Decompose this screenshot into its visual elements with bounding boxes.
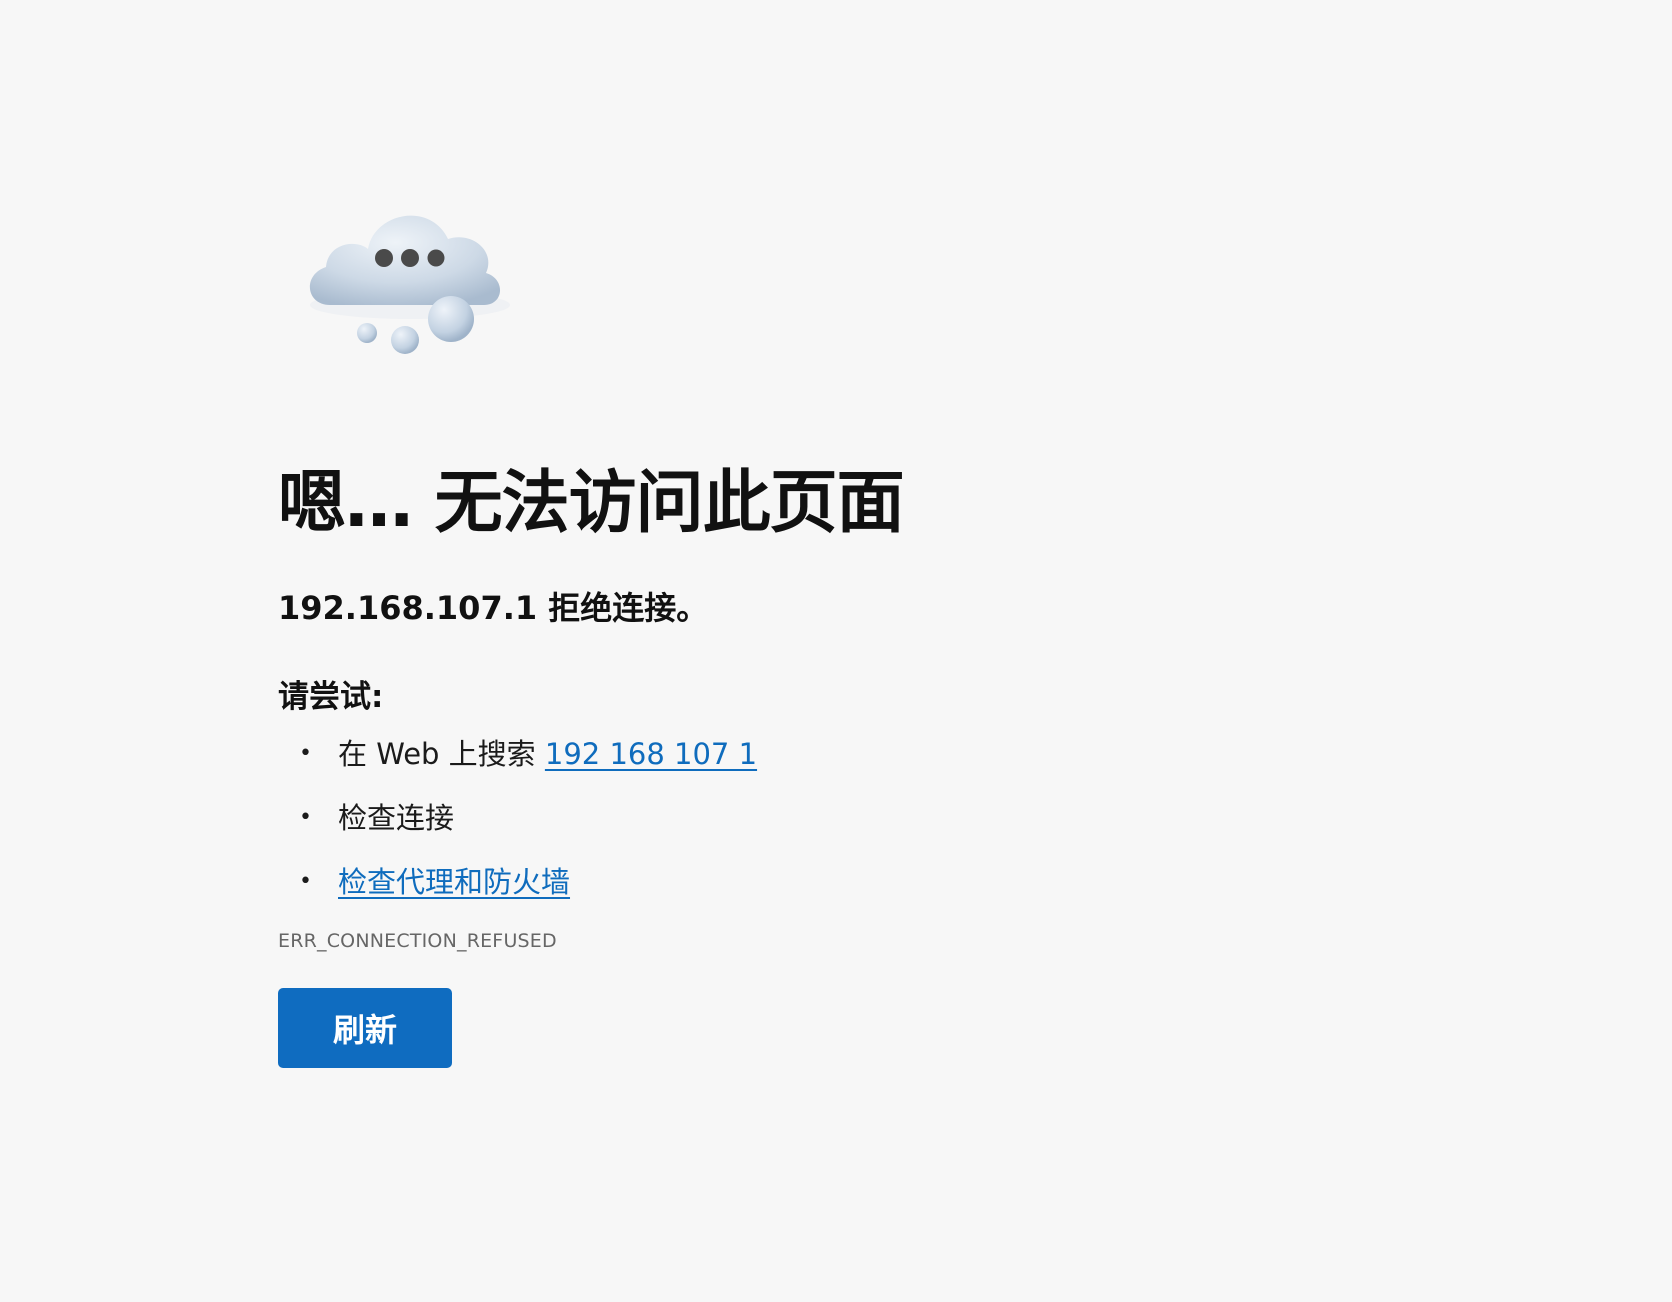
page-title: 嗯… 无法访问此页面 — [278, 464, 905, 543]
error-page: 嗯… 无法访问此页面 192.168.107.1 拒绝连接。 请尝试: • 在 … — [0, 0, 1672, 1302]
suggestion-check-proxy-firewall: • 检查代理和防火墙 — [278, 862, 1378, 902]
suggestion-text: 检查连接 — [338, 801, 455, 836]
suggestion-list: • 在 Web 上搜索 192 168 107 1 • 检查连接 • 检查代理和… — [278, 734, 1378, 902]
suggestion-check-connection: • 检查连接 — [278, 798, 1378, 838]
error-message: 192.168.107.1 拒绝连接。 — [278, 589, 709, 628]
search-web-link[interactable]: 192 168 107 1 — [545, 737, 757, 771]
bullet-icon: • — [299, 869, 312, 895]
bullet-icon: • — [299, 741, 312, 767]
try-heading: 请尝试: — [278, 679, 384, 716]
suggestion-text: 在 Web 上搜索 — [338, 737, 545, 772]
cloud-thinking-icon — [300, 195, 520, 365]
bullet-icon: • — [299, 805, 312, 831]
error-content: 嗯… 无法访问此页面 192.168.107.1 拒绝连接。 请尝试: • 在 … — [278, 195, 1378, 1069]
check-proxy-firewall-link[interactable]: 检查代理和防火墙 — [338, 865, 570, 899]
error-code: ERR_CONNECTION_REFUSED — [278, 930, 557, 953]
refresh-button[interactable]: 刷新 — [278, 988, 452, 1069]
suggestion-search-web: • 在 Web 上搜索 192 168 107 1 — [278, 734, 1378, 774]
